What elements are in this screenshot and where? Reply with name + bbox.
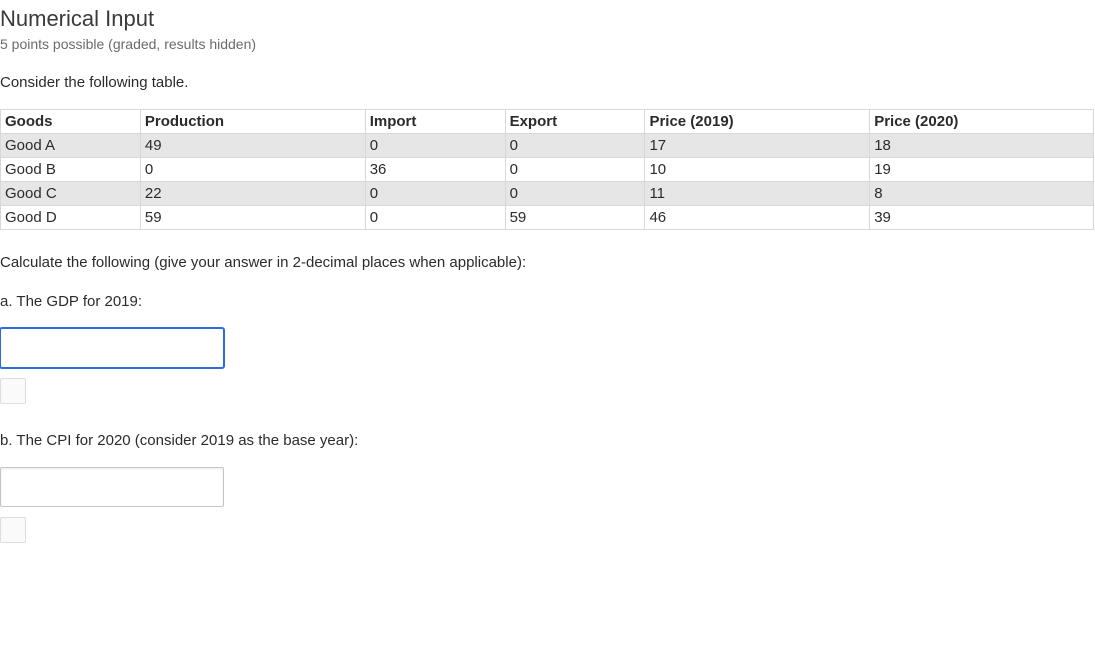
cell-production: 22: [140, 182, 365, 206]
cell-import: 0: [365, 182, 505, 206]
cell-production: 49: [140, 134, 365, 158]
th-price-2019: Price (2019): [645, 110, 870, 134]
table-row: Good D 59 0 59 46 39: [1, 206, 1094, 230]
page-title: Numerical Input: [0, 6, 1095, 32]
cell-import: 0: [365, 134, 505, 158]
th-price-2020: Price (2020): [870, 110, 1094, 134]
cell-price-2019: 10: [645, 158, 870, 182]
cell-price-2020: 19: [870, 158, 1094, 182]
cell-goods: Good B: [1, 158, 141, 182]
th-goods: Goods: [1, 110, 141, 134]
table-row: Good B 0 36 0 10 19: [1, 158, 1094, 182]
cell-price-2019: 11: [645, 182, 870, 206]
cell-price-2020: 18: [870, 134, 1094, 158]
cell-price-2020: 39: [870, 206, 1094, 230]
cell-export: 0: [505, 134, 645, 158]
points-possible: 5 points possible (graded, results hidde…: [0, 36, 1095, 52]
table-row: Good C 22 0 0 11 8: [1, 182, 1094, 206]
th-export: Export: [505, 110, 645, 134]
cell-export: 0: [505, 182, 645, 206]
status-box-b[interactable]: [0, 517, 26, 543]
cell-goods: Good A: [1, 134, 141, 158]
cell-price-2020: 8: [870, 182, 1094, 206]
cell-export: 59: [505, 206, 645, 230]
cell-import: 36: [365, 158, 505, 182]
cell-goods: Good C: [1, 182, 141, 206]
table-row: Good A 49 0 0 17 18: [1, 134, 1094, 158]
cell-goods: Good D: [1, 206, 141, 230]
question-a-prompt: a. The GDP for 2019:: [0, 293, 1095, 310]
question-b-prompt: b. The CPI for 2020 (consider 2019 as th…: [0, 432, 1095, 449]
status-box-a[interactable]: [0, 378, 26, 404]
data-table: Goods Production Import Export Price (20…: [0, 109, 1094, 230]
cell-price-2019: 17: [645, 134, 870, 158]
intro-text: Consider the following table.: [0, 74, 1095, 91]
cell-price-2019: 46: [645, 206, 870, 230]
cell-production: 59: [140, 206, 365, 230]
answer-input-b[interactable]: [0, 467, 224, 507]
cell-export: 0: [505, 158, 645, 182]
answer-input-a[interactable]: [0, 328, 224, 368]
table-header-row: Goods Production Import Export Price (20…: [1, 110, 1094, 134]
instruction-text: Calculate the following (give your answe…: [0, 254, 1095, 271]
cell-import: 0: [365, 206, 505, 230]
th-production: Production: [140, 110, 365, 134]
cell-production: 0: [140, 158, 365, 182]
th-import: Import: [365, 110, 505, 134]
